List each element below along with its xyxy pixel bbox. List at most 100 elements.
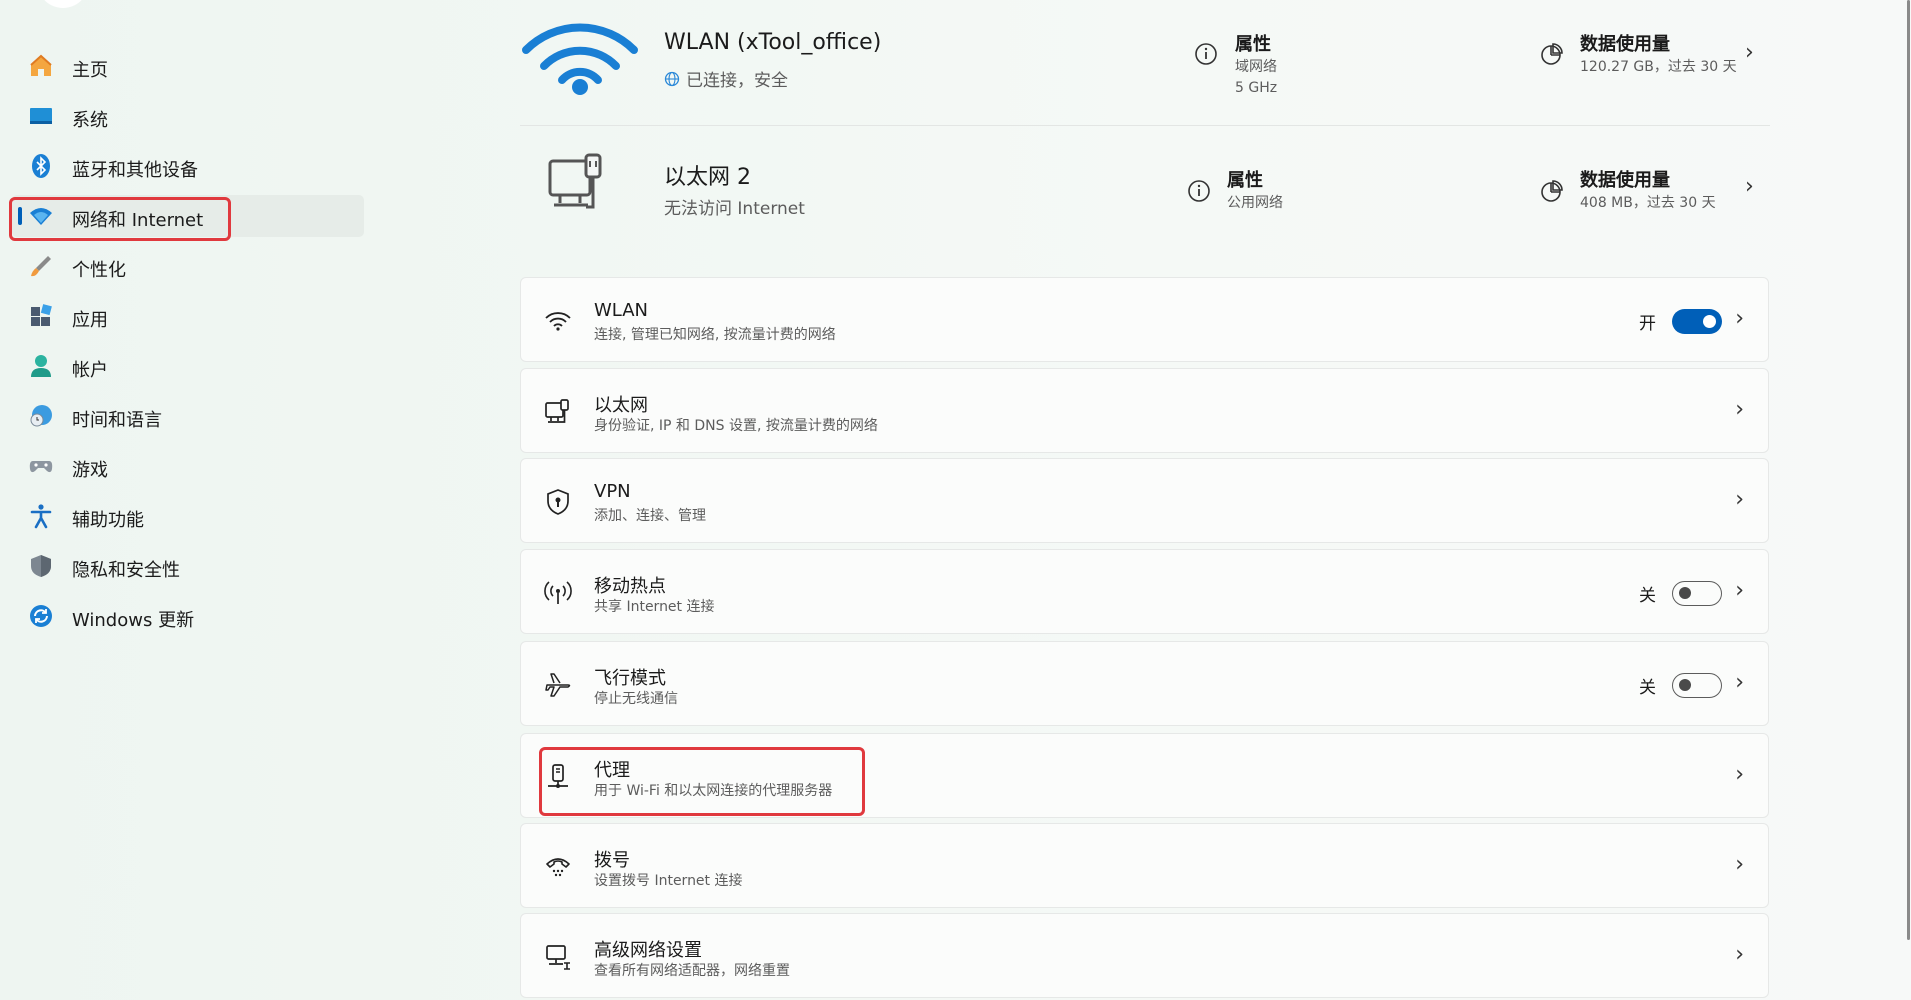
wifi-large-icon	[520, 14, 640, 102]
chevron-right-icon: ›	[1735, 852, 1744, 877]
setting-title: VPN	[594, 481, 631, 502]
airplane-icon	[543, 670, 573, 700]
ethernet-icon	[543, 397, 573, 427]
sidebar-item-apps[interactable]: 应用	[12, 295, 364, 337]
chevron-right-icon[interactable]: ›	[1745, 40, 1754, 65]
vpn-shield-icon	[543, 487, 573, 517]
connection-wlan[interactable]: WLAN (xTool_office) 已连接，安全 属性 域网络 5 GHz …	[520, 0, 1770, 120]
sidebar-item-label: 蓝牙和其他设备	[72, 160, 198, 181]
bluetooth-icon	[28, 153, 54, 179]
sidebar-item-accessibility[interactable]: 辅助功能	[12, 495, 364, 537]
connection-ethernet[interactable]: 以太网 2 无法访问 Internet 属性 公用网络 数据使用量 408 MB…	[520, 137, 1770, 257]
properties-link[interactable]: 属性	[1227, 166, 1263, 192]
data-usage-link[interactable]: 数据使用量	[1580, 30, 1670, 56]
sidebar: 主页 系统 蓝牙和其他设备 网络和 Internet 个性化 应用 帐户 时间和…	[0, 0, 380, 1000]
properties-band: 5 GHz	[1235, 80, 1278, 96]
setting-subtitle: 连接, 管理已知网络, 按流量计费的网络	[594, 327, 836, 343]
properties-link[interactable]: 属性	[1235, 30, 1271, 56]
highlight-annotation-network	[9, 197, 231, 241]
setting-advanced-network[interactable]: 高级网络设置 查看所有网络适配器，网络重置 ›	[520, 913, 1769, 998]
sidebar-item-system[interactable]: 系统	[12, 95, 364, 137]
connection-status: 已连接，安全	[664, 66, 788, 91]
connection-status: 无法访问 Internet	[664, 199, 805, 219]
setting-title: 高级网络设置	[594, 940, 702, 961]
setting-subtitle: 身份验证, IP 和 DNS 设置, 按流量计费的网络	[594, 418, 878, 434]
gamepad-icon	[28, 453, 54, 479]
sidebar-item-label: 辅助功能	[72, 510, 144, 531]
wifi-icon	[543, 306, 573, 336]
shield-icon	[28, 553, 54, 579]
sidebar-item-privacy[interactable]: 隐私和安全性	[12, 545, 364, 587]
properties-network-type: 域网络	[1235, 59, 1277, 75]
setting-dialup[interactable]: 拨号 设置拨号 Internet 连接 ›	[520, 823, 1769, 908]
setting-title: 移动热点	[594, 576, 666, 597]
chevron-right-icon: ›	[1735, 487, 1744, 512]
ethernet-large-icon	[546, 153, 610, 221]
data-usage-icon	[1541, 43, 1563, 65]
brush-icon	[28, 253, 54, 279]
sidebar-item-accounts[interactable]: 帐户	[12, 345, 364, 387]
setting-vpn[interactable]: VPN 添加、连接、管理 ›	[520, 458, 1769, 543]
sidebar-item-time-language[interactable]: 时间和语言	[12, 395, 364, 437]
sidebar-item-label: 主页	[72, 60, 108, 81]
account-icon	[28, 353, 54, 379]
update-icon	[28, 603, 54, 629]
setting-wlan[interactable]: WLAN 连接, 管理已知网络, 按流量计费的网络 开 ›	[520, 277, 1769, 362]
mobile-hotspot-toggle[interactable]	[1672, 581, 1722, 606]
divider	[520, 125, 1770, 126]
chevron-right-icon: ›	[1735, 942, 1744, 967]
data-usage-amount: 120.27 GB，过去 30 天	[1580, 59, 1737, 75]
home-icon	[28, 53, 54, 79]
sidebar-item-windows-update[interactable]: Windows 更新	[12, 595, 364, 637]
accessibility-icon	[28, 503, 54, 529]
chevron-right-icon[interactable]: ›	[1745, 174, 1754, 199]
airplane-mode-toggle[interactable]	[1672, 673, 1722, 698]
setting-ethernet[interactable]: 以太网 身份验证, IP 和 DNS 设置, 按流量计费的网络 ›	[520, 368, 1769, 453]
setting-airplane-mode[interactable]: 飞行模式 停止无线通信 关 ›	[520, 641, 1769, 726]
setting-subtitle: 查看所有网络适配器，网络重置	[594, 963, 790, 979]
chevron-right-icon: ›	[1735, 397, 1744, 422]
chevron-right-icon: ›	[1735, 762, 1744, 787]
connection-status-text: 已连接，安全	[686, 71, 788, 91]
setting-subtitle: 共享 Internet 连接	[594, 599, 715, 615]
toggle-state-label: 开	[1639, 314, 1656, 334]
properties-network-type: 公用网络	[1227, 195, 1283, 211]
sidebar-item-home[interactable]: 主页	[12, 45, 364, 87]
scrollbar[interactable]	[1907, 0, 1910, 940]
globe-icon	[664, 71, 680, 86]
chevron-right-icon: ›	[1735, 306, 1744, 331]
setting-title: 拨号	[594, 850, 630, 871]
setting-mobile-hotspot[interactable]: 移动热点 共享 Internet 连接 关 ›	[520, 549, 1769, 634]
setting-title: 以太网	[594, 395, 648, 416]
info-icon	[1195, 43, 1217, 65]
apps-icon	[28, 303, 54, 329]
sidebar-item-label: 游戏	[72, 460, 108, 481]
dialup-icon	[543, 852, 573, 882]
sidebar-item-label: 帐户	[72, 360, 108, 381]
connection-title: WLAN (xTool_office)	[664, 30, 882, 55]
sidebar-item-label: 个性化	[72, 260, 126, 281]
sidebar-item-label: 时间和语言	[72, 410, 162, 431]
sidebar-item-label: 隐私和安全性	[72, 560, 180, 581]
data-usage-amount: 408 MB，过去 30 天	[1580, 195, 1716, 211]
setting-subtitle: 添加、连接、管理	[594, 508, 706, 524]
system-icon	[28, 103, 54, 129]
sidebar-item-gaming[interactable]: 游戏	[12, 445, 364, 487]
sidebar-item-label: Windows 更新	[72, 610, 195, 631]
connection-title: 以太网 2	[664, 165, 751, 190]
chevron-right-icon: ›	[1735, 578, 1744, 603]
setting-subtitle: 设置拨号 Internet 连接	[594, 873, 743, 889]
clock-globe-icon	[28, 403, 54, 429]
sidebar-item-label: 系统	[72, 110, 108, 131]
highlight-annotation-proxy	[539, 747, 865, 816]
hotspot-icon	[543, 578, 573, 608]
sidebar-item-personalization[interactable]: 个性化	[12, 245, 364, 287]
setting-title: 飞行模式	[594, 668, 666, 689]
info-icon	[1188, 180, 1210, 202]
sidebar-item-bluetooth[interactable]: 蓝牙和其他设备	[12, 145, 364, 187]
wlan-toggle[interactable]	[1672, 309, 1722, 334]
data-usage-link[interactable]: 数据使用量	[1580, 166, 1670, 192]
setting-subtitle: 停止无线通信	[594, 691, 678, 707]
chevron-right-icon: ›	[1735, 670, 1744, 695]
toggle-state-label: 关	[1639, 678, 1656, 698]
